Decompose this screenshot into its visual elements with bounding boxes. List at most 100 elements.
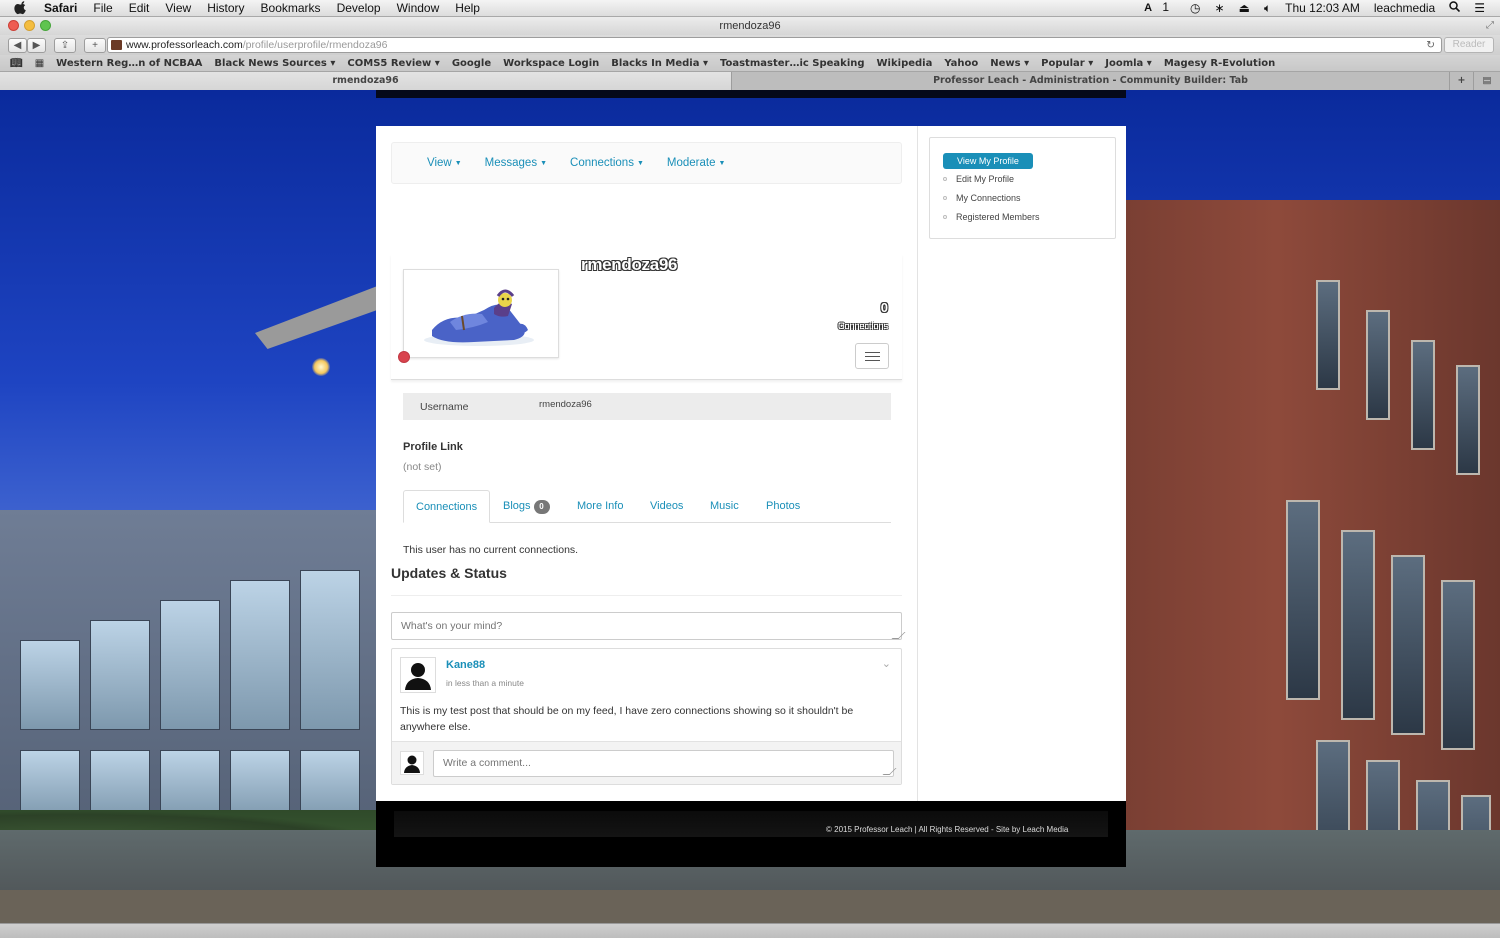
bookmark-black-news-sources[interactable]: Black News Sources ▾ [208, 58, 341, 69]
notification-center-icon[interactable]: ☰ [1467, 0, 1492, 17]
menu-view[interactable]: View [157, 0, 199, 17]
reader-button[interactable]: Reader [1444, 37, 1494, 53]
tab-blogs[interactable]: Blogs 0 [503, 490, 550, 523]
bookmark-toastmaster[interactable]: Toastmaster…ic Speaking [714, 58, 871, 69]
username-label: Username [420, 401, 469, 413]
forward-button[interactable]: ▶ [27, 37, 46, 53]
time-machine-icon[interactable]: ◷ [1183, 0, 1207, 17]
eject-icon[interactable]: ⏏ [1232, 0, 1257, 17]
bookmark-joomla[interactable]: Joomla ▾ [1099, 58, 1158, 69]
tab-professor-leach-admin[interactable]: Professor Leach - Administration - Commu… [732, 72, 1450, 90]
nav-view[interactable]: View ▼ [427, 157, 462, 169]
comment-input[interactable] [433, 750, 894, 777]
tab-music[interactable]: Music [710, 490, 739, 523]
bookmark-magesy[interactable]: Magesy R-Evolution [1158, 58, 1281, 69]
bookmark-western-reg[interactable]: Western Reg…n of NCBAA [50, 58, 208, 69]
back-button[interactable]: ◀ [8, 37, 27, 53]
header-bar [376, 90, 1126, 98]
post-author-avatar[interactable] [400, 657, 436, 693]
nav-messages[interactable]: Messages ▼ [485, 157, 547, 169]
bluetooth-icon[interactable]: ∗ [1208, 0, 1232, 17]
caret-down-icon: ▼ [540, 160, 548, 167]
user-silhouette-icon [404, 755, 420, 773]
address-bar[interactable]: www.professorleach.com/profile/userprofi… [107, 37, 1442, 53]
tab-more-info[interactable]: More Info [577, 490, 623, 523]
volume-icon[interactable]: 🔈︎ [1257, 0, 1278, 17]
user-silhouette-icon [405, 663, 431, 690]
online-status-indicator [398, 351, 410, 363]
menu-file[interactable]: File [85, 0, 120, 17]
status-update-input[interactable] [391, 612, 902, 640]
minimize-window-button[interactable] [24, 20, 35, 31]
apple-menu-icon[interactable] [14, 1, 28, 15]
address-domain: www.professorleach.com [126, 39, 243, 51]
tab-overview-icon[interactable]: ▤ [1474, 72, 1500, 90]
bookmark-label: COMS5 Review [347, 57, 432, 69]
bookmark-google[interactable]: Google [446, 58, 497, 69]
post-body-text: This is my test post that should be on m… [400, 705, 854, 733]
nav-messages-label: Messages [484, 157, 538, 169]
bookmark-label: News [990, 57, 1021, 69]
tab-connections[interactable]: Connections [403, 490, 491, 523]
profile-avatar[interactable] [403, 269, 559, 358]
activity-post: Kane88 in less than a minute ⌄ This is m… [391, 648, 902, 785]
dropdown-caret-icon: ▾ [1024, 57, 1030, 69]
sidebar-item-edit-my-profile[interactable]: Edit My Profile [943, 174, 1014, 184]
new-tab-button[interactable]: + [84, 37, 106, 53]
menu-app-name[interactable]: Safari [36, 0, 85, 17]
footer-copyright: © 2015 Professor Leach | All Rights Rese… [826, 825, 1069, 834]
connections-count-label[interactable]: Connections [838, 321, 888, 331]
bookmark-blacks-in-media[interactable]: Blacks In Media ▾ [605, 58, 714, 69]
add-tab-icon[interactable]: + [1450, 72, 1474, 90]
spotlight-search-icon[interactable] [1442, 0, 1467, 17]
reload-icon[interactable]: ↻ [1426, 38, 1435, 52]
canopy [255, 285, 380, 349]
tab-videos[interactable]: Videos [650, 490, 683, 523]
tab-photos[interactable]: Photos [766, 490, 800, 523]
chevron-down-icon[interactable]: ⌄ [882, 657, 891, 670]
menu-window[interactable]: Window [389, 0, 448, 17]
nav-moderate[interactable]: Moderate ▼ [667, 157, 726, 169]
nav-connections[interactable]: Connections ▼ [570, 157, 644, 169]
bookmark-news[interactable]: News ▾ [984, 58, 1035, 69]
page-footer: © 2015 Professor Leach | All Rights Rese… [376, 801, 1126, 867]
fullscreen-icon[interactable]: ⤢ [1486, 17, 1494, 35]
menu-history[interactable]: History [199, 0, 252, 17]
commenter-avatar [400, 751, 424, 775]
user-name[interactable]: leachmedia [1367, 0, 1442, 17]
input-source-icon[interactable]: A 1 [1137, 0, 1183, 17]
menu-help[interactable]: Help [447, 0, 488, 17]
sidebar-divider [917, 126, 918, 801]
menu-bookmarks[interactable]: Bookmarks [253, 0, 329, 17]
top-sites-icon[interactable]: ▦ [29, 58, 50, 69]
bookmark-popular[interactable]: Popular ▾ [1035, 58, 1099, 69]
sidebar-item-my-connections[interactable]: My Connections [943, 193, 1021, 203]
connections-count[interactable]: 0 [881, 300, 888, 315]
close-window-button[interactable] [8, 20, 19, 31]
dropdown-caret-icon: ▾ [330, 57, 336, 69]
sidebar-item-view-my-profile[interactable]: View My Profile [943, 153, 1033, 169]
menu-develop[interactable]: Develop [329, 0, 389, 17]
clock[interactable]: Thu 12:03 AM [1278, 0, 1367, 17]
zoom-window-button[interactable] [40, 20, 51, 31]
menu-edit[interactable]: Edit [121, 0, 158, 17]
sidebar-item-registered-members[interactable]: Registered Members [943, 212, 1040, 222]
share-button[interactable]: ⇪ [54, 37, 76, 53]
updates-status-heading: Updates & Status [391, 565, 507, 581]
tab-bar: rmendoza96 Professor Leach - Administrat… [0, 72, 1500, 90]
reading-list-icon[interactable]: 📖︎ [0, 58, 29, 69]
dropdown-caret-icon: ▾ [1146, 57, 1152, 69]
tab-rmendoza96[interactable]: rmendoza96 [0, 72, 732, 90]
page-content: View ▼ Messages ▼ Connections ▼ Moderate ▼ r… [376, 126, 1126, 801]
profile-menu-button[interactable] [855, 343, 889, 369]
post-author-name[interactable]: Kane88 [446, 659, 485, 671]
window-title-bar: rmendoza96 ⤢ [0, 17, 1500, 35]
bookmark-coms5-review[interactable]: COMS5 Review ▾ [341, 58, 445, 69]
bookmark-workspace-login[interactable]: Workspace Login [497, 58, 605, 69]
post-timestamp[interactable]: in less than a minute [446, 678, 524, 688]
bookmark-wikipedia[interactable]: Wikipedia [871, 58, 939, 69]
site-favicon-icon [111, 40, 122, 50]
bookmark-yahoo[interactable]: Yahoo [938, 58, 984, 69]
window-title: rmendoza96 [719, 20, 781, 32]
caret-down-icon: ▼ [718, 160, 726, 167]
